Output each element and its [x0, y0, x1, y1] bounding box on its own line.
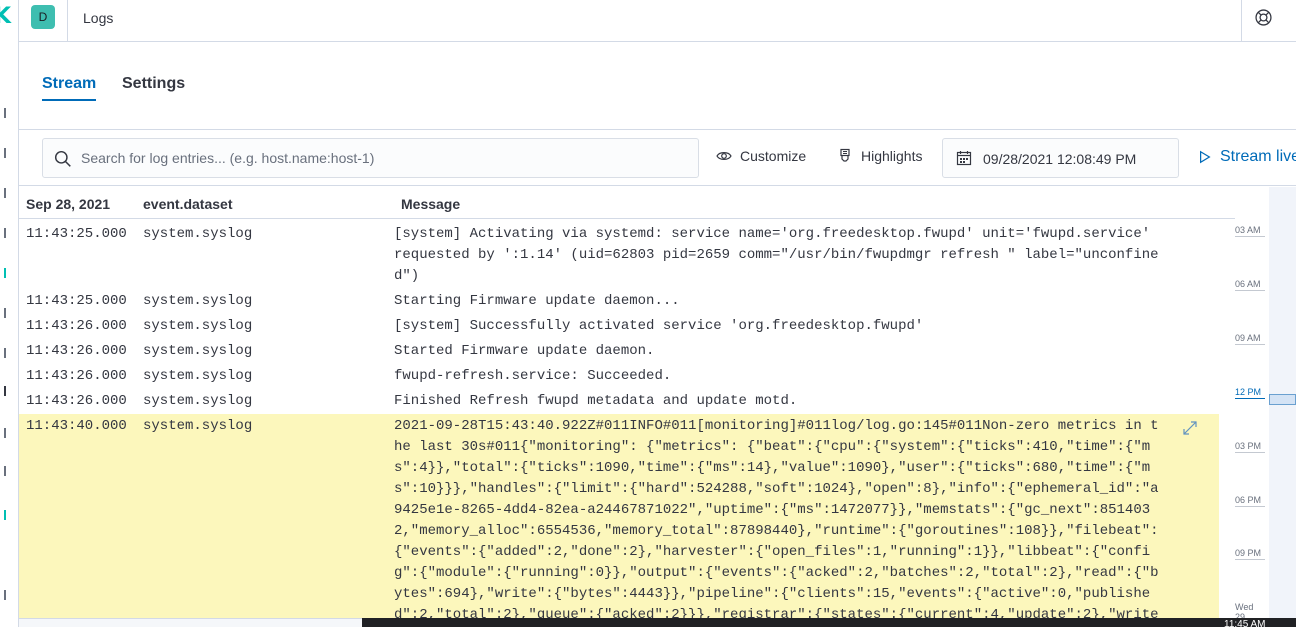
log-row[interactable]: 11:43:26.000 system.syslog fwupd-refresh… — [19, 364, 1219, 389]
log-timestamp: 11:43:25.000 — [26, 226, 127, 242]
nav-item-icon[interactable] — [0, 428, 6, 438]
nav-item-icon[interactable] — [0, 268, 6, 278]
log-row[interactable]: 11:43:26.000 system.syslog Started Firmw… — [19, 339, 1219, 364]
stream-live-label: Stream live — [1220, 148, 1296, 165]
timeline-tick: 09 PM — [1235, 548, 1265, 560]
log-message: Starting Firmware update daemon... — [394, 293, 680, 309]
play-icon — [1200, 150, 1211, 164]
log-row[interactable]: 11:43:26.000 system.syslog Finished Refr… — [19, 389, 1219, 414]
log-dataset: system.syslog — [143, 418, 253, 434]
nav-item-icon[interactable] — [0, 466, 6, 476]
left-nav-rail: K — [0, 0, 19, 627]
customize-button[interactable]: Customize — [716, 148, 806, 164]
log-dataset: system.syslog — [143, 318, 253, 334]
kibana-logo-icon[interactable]: K — [0, 4, 11, 29]
breadcrumb-logs[interactable]: Logs — [83, 10, 113, 26]
log-dataset: system.syslog — [143, 368, 253, 384]
column-header-dataset[interactable]: event.dataset — [143, 196, 232, 212]
bottom-strip — [19, 618, 362, 627]
eye-icon — [716, 152, 732, 160]
timeline-tick: 12 PM — [1235, 387, 1265, 399]
log-timestamp: 11:43:26.000 — [26, 318, 127, 334]
column-header-message[interactable]: Message — [401, 196, 460, 212]
log-timestamp: 11:43:25.000 — [26, 293, 127, 309]
highlights-button[interactable]: Highlights — [837, 148, 922, 164]
highlighter-icon — [840, 148, 850, 162]
timeline-tick: 03 AM — [1235, 225, 1265, 237]
timeline-tick: 03 PM — [1235, 441, 1265, 453]
log-rows: 11:43:25.000 system.syslog [system] Acti… — [19, 222, 1219, 618]
tab-settings[interactable]: Settings — [122, 75, 185, 99]
nav-item-icon[interactable] — [0, 108, 6, 118]
expand-icon[interactable] — [1182, 420, 1198, 436]
log-timestamp: 11:43:40.000 — [26, 418, 127, 434]
log-dataset: system.syslog — [143, 293, 253, 309]
nav-item-icon[interactable] — [0, 188, 6, 198]
column-headers: Sep 28, 2021 event.dataset Message — [19, 187, 1235, 219]
log-message: 2021-09-28T15:43:40.922Z#011INFO#011[mon… — [394, 418, 1159, 618]
search-box — [42, 138, 699, 178]
log-message: [system] Successfully activated service … — [394, 318, 924, 334]
help-icon[interactable] — [1255, 9, 1272, 26]
tab-stream[interactable]: Stream — [42, 75, 97, 101]
log-message: Finished Refresh fwupd metadata and upda… — [394, 393, 798, 409]
column-header-date[interactable]: Sep 28, 2021 — [26, 196, 110, 212]
log-message: fwupd-refresh.service: Succeeded. — [394, 368, 672, 384]
search-icon — [54, 150, 71, 167]
date-picker[interactable]: 09/28/2021 12:08:49 PM — [942, 138, 1179, 178]
header-divider — [1241, 0, 1242, 41]
taskbar-clock: 11:45 AM — [1224, 619, 1266, 627]
os-taskbar — [362, 618, 1296, 627]
timeline-tick: 09 AM — [1235, 333, 1265, 345]
log-minimap-timeline[interactable]: 03 AM 06 AM 09 AM 12 PM 03 PM 06 PM 09 P… — [1235, 187, 1296, 624]
log-dataset: system.syslog — [143, 343, 253, 359]
top-header: D Logs — [19, 0, 1296, 42]
stream-live-button[interactable]: Stream live — [1198, 148, 1296, 166]
page-tabs: Stream Settings — [19, 42, 1296, 130]
timeline-position-marker[interactable] — [1269, 394, 1296, 405]
search-input[interactable] — [81, 139, 691, 177]
log-timestamp: 11:43:26.000 — [26, 368, 127, 384]
log-message: Started Firmware update daemon. — [394, 343, 655, 359]
header-divider — [67, 0, 68, 41]
date-value: 09/28/2021 12:08:49 PM — [983, 151, 1137, 167]
nav-item-icon[interactable] — [0, 510, 6, 520]
log-row[interactable]: 11:43:26.000 system.syslog [system] Succ… — [19, 314, 1219, 339]
customize-label: Customize — [740, 148, 807, 164]
nav-item-icon[interactable] — [0, 348, 6, 358]
log-row-highlighted[interactable]: 11:43:40.000 system.syslog 2021-09-28T15… — [19, 414, 1219, 618]
nav-item-icon[interactable] — [0, 308, 6, 318]
nav-item-icon[interactable] — [0, 386, 6, 396]
nav-item-icon[interactable] — [0, 590, 6, 600]
log-row[interactable]: 11:43:25.000 system.syslog Starting Firm… — [19, 289, 1219, 314]
log-stream[interactable]: Sep 28, 2021 event.dataset Message 11:43… — [19, 187, 1235, 618]
nav-item-icon[interactable] — [0, 228, 6, 238]
space-avatar[interactable]: D — [31, 5, 55, 29]
log-timestamp: 11:43:26.000 — [26, 343, 127, 359]
log-toolbar: Customize Highlights 09/28/2021 12:08:49… — [19, 130, 1296, 186]
log-timestamp: 11:43:26.000 — [26, 393, 127, 409]
log-message: [system] Activating via systemd: service… — [394, 226, 1159, 284]
calendar-icon — [956, 151, 972, 166]
timeline-tick: 06 AM — [1235, 279, 1265, 291]
timeline-tick: 06 PM — [1235, 495, 1265, 507]
log-dataset: system.syslog — [143, 393, 253, 409]
nav-item-icon[interactable] — [0, 148, 6, 158]
highlights-label: Highlights — [861, 148, 923, 164]
log-row[interactable]: 11:43:25.000 system.syslog [system] Acti… — [19, 222, 1219, 289]
log-dataset: system.syslog — [143, 226, 253, 242]
